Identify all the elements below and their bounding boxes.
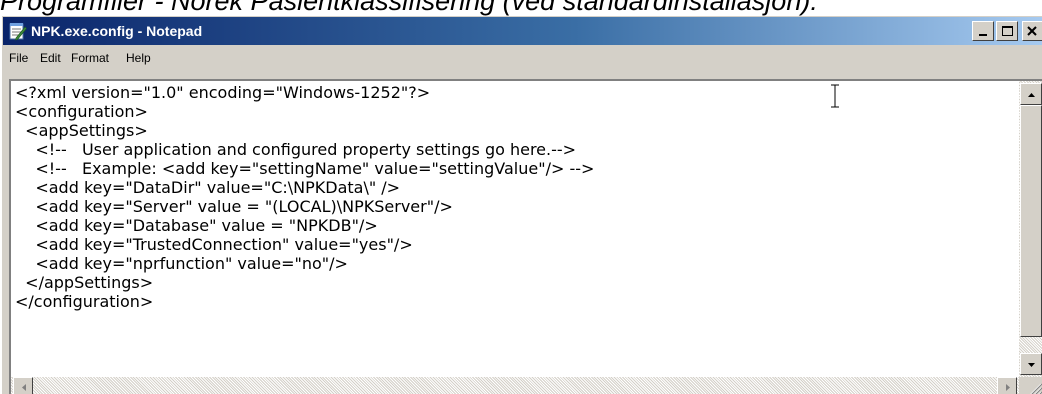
code-line: <appSettings> — [15, 121, 148, 140]
document-caption: Programfiler - Norek Pasientklassifiseri… — [0, 0, 818, 16]
close-button[interactable] — [1022, 21, 1042, 41]
arrow-right-icon — [1006, 384, 1010, 391]
document-page: Programfiler - Norek Pasientklassifiseri… — [0, 0, 1042, 394]
notepad-window: NPK.exe.config - Notepad File Edit Forma… — [2, 16, 1042, 394]
minimize-icon — [979, 34, 987, 36]
text-editor[interactable]: <?xml version="1.0" encoding="Windows-12… — [9, 79, 1042, 394]
i-beam-cursor-icon — [831, 84, 839, 108]
code-line: <add key="Database" value = "NPKDB"/> — [15, 216, 378, 235]
arrow-down-icon — [1028, 363, 1035, 367]
window-title: NPK.exe.config - Notepad — [31, 23, 203, 39]
code-line: <?xml version="1.0" encoding="Windows-12… — [15, 83, 431, 102]
code-line: <add key="nprfunction" value="no"/> — [15, 254, 348, 273]
scroll-up-button[interactable] — [1020, 83, 1042, 105]
horizontal-scrollbar[interactable] — [11, 377, 1019, 394]
vertical-scrollbar[interactable] — [1019, 81, 1042, 377]
arrow-left-icon — [22, 384, 26, 391]
size-grip[interactable] — [1019, 377, 1042, 394]
close-icon — [1027, 26, 1037, 36]
scroll-right-button[interactable] — [997, 377, 1017, 394]
notepad-icon[interactable] — [7, 21, 27, 41]
size-grip-icon — [1030, 383, 1042, 394]
code-line: </appSettings> — [15, 273, 154, 292]
code-line: <!-- Example: <add key="settingName" val… — [15, 159, 595, 178]
title-bar[interactable]: NPK.exe.config - Notepad — [3, 17, 1042, 45]
editor-text-area[interactable]: <?xml version="1.0" encoding="Windows-12… — [15, 83, 1011, 371]
maximize-button[interactable] — [996, 21, 1018, 41]
code-line: <add key="Server" value = "(LOCAL)\NPKSe… — [15, 197, 453, 216]
menu-edit[interactable]: Edit — [40, 47, 61, 69]
menu-bar: File Edit Format Help — [3, 47, 1042, 69]
minimize-button[interactable] — [972, 21, 994, 41]
code-line: <!-- User application and configured pro… — [15, 140, 577, 159]
arrow-up-icon — [1028, 93, 1035, 97]
maximize-icon — [1002, 26, 1013, 36]
scroll-down-button[interactable] — [1020, 353, 1042, 375]
menu-format[interactable]: Format — [71, 47, 109, 69]
code-line: </configuration> — [15, 292, 154, 311]
code-line: <add key="TrustedConnection" value="yes"… — [15, 235, 413, 254]
menu-help[interactable]: Help — [126, 47, 151, 69]
menu-file[interactable]: File — [9, 47, 28, 69]
vertical-scroll-thumb[interactable] — [1020, 105, 1042, 337]
scroll-left-button[interactable] — [13, 377, 33, 394]
code-line: <configuration> — [15, 102, 148, 121]
code-line: <add key="DataDir" value="C:\NPKData\" /… — [15, 178, 401, 197]
